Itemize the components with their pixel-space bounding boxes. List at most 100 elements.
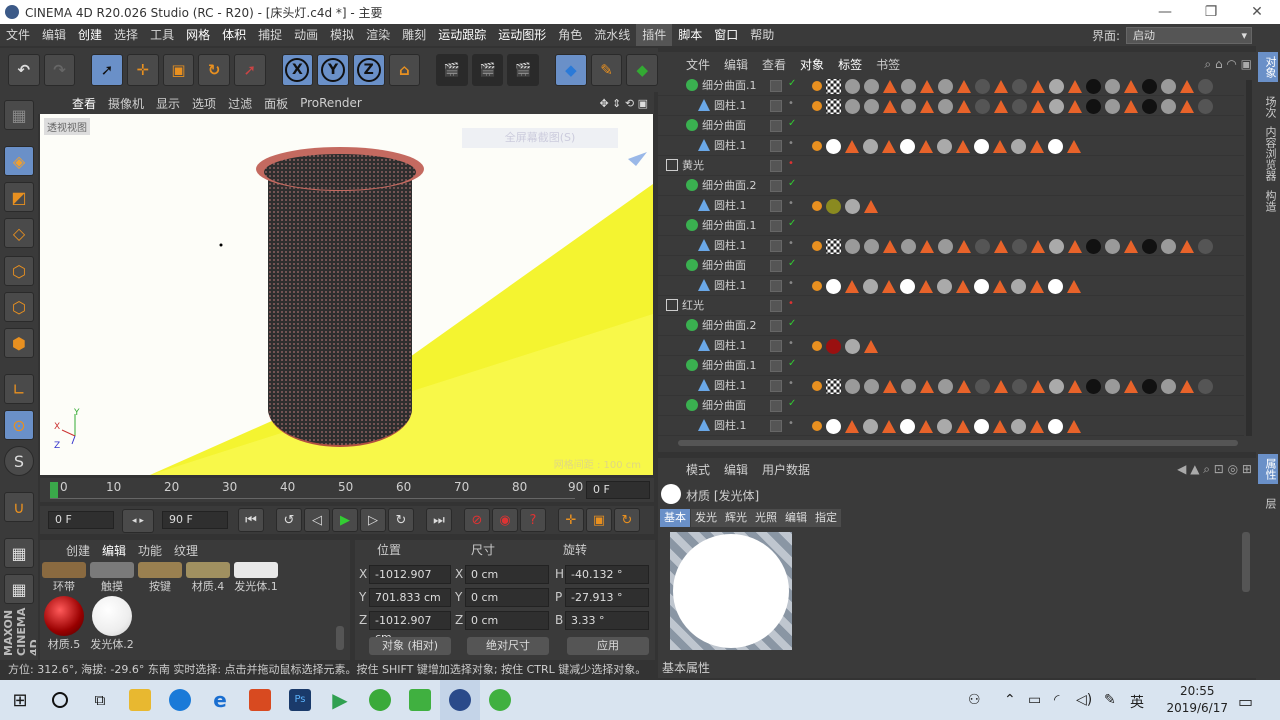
material-tag-icon[interactable] xyxy=(1198,78,1213,94)
menu-pipeline[interactable]: 流水线 xyxy=(588,24,636,46)
viewport-menu-view[interactable]: 查看 xyxy=(66,95,102,112)
workplane-icon[interactable]: ◇ xyxy=(4,218,34,248)
timeline-ruler[interactable]: 0 10 20 30 40 50 60 70 80 90 0 F xyxy=(40,478,654,502)
rotate-tool-icon[interactable]: ↻ xyxy=(198,54,230,86)
rotation-h-field[interactable]: -40.132 ° xyxy=(565,565,649,584)
frame-stepper[interactable]: ◂ ▸ xyxy=(122,509,154,533)
playhead[interactable] xyxy=(50,482,58,498)
material-swatch[interactable]: 按键 xyxy=(138,562,182,594)
layer-color-box[interactable] xyxy=(770,240,782,252)
material-tag-icon[interactable] xyxy=(1012,378,1027,394)
side-tab-takes[interactable]: 场次 xyxy=(1258,92,1278,122)
next-frame-icon[interactable]: ▷ xyxy=(360,508,386,532)
x-axis-lock-button[interactable]: X xyxy=(281,54,314,86)
material-tag-icon[interactable] xyxy=(845,198,860,214)
pen-icon[interactable]: ✎ xyxy=(1104,692,1116,708)
texture-tag-icon[interactable] xyxy=(864,199,878,213)
viewport-menu-prorender[interactable]: ProRender xyxy=(294,96,368,110)
material-tag-icon[interactable] xyxy=(1048,278,1063,294)
network-icon[interactable]: ◜ xyxy=(1054,692,1059,708)
layer-color-box[interactable] xyxy=(770,80,782,92)
object-row[interactable]: 黄光 • xyxy=(658,156,1244,176)
object-row[interactable]: 细分曲面 ✓ xyxy=(658,396,1244,416)
material-swatch[interactable]: 材质.4 xyxy=(186,562,230,594)
battery-icon[interactable]: ▭ xyxy=(1028,692,1041,708)
object-row[interactable]: 圆柱.1 • xyxy=(658,96,1244,116)
material-tag-icon[interactable] xyxy=(812,341,822,351)
close-button[interactable]: ✕ xyxy=(1234,4,1280,20)
material-tag-icon[interactable] xyxy=(812,381,822,391)
locked-workplane-icon[interactable]: ▦ xyxy=(4,574,34,604)
material-tag-icon[interactable] xyxy=(845,378,860,394)
people-icon[interactable]: ⚇ xyxy=(968,692,981,708)
key-rotation-icon[interactable]: ↻ xyxy=(614,508,640,532)
material-tag-icon[interactable] xyxy=(938,98,953,114)
material-tag-icon[interactable] xyxy=(1161,238,1176,254)
object-row[interactable]: 圆柱.1 • xyxy=(658,336,1244,356)
material-tag-icon[interactable] xyxy=(974,138,989,154)
texture-tag-icon[interactable] xyxy=(1180,379,1194,393)
menu-tools[interactable]: 工具 xyxy=(144,24,180,46)
visibility-dot-icon[interactable]: • xyxy=(788,238,794,249)
tray-chevron-icon[interactable]: ⌃ xyxy=(1004,692,1016,708)
material-tag-icon[interactable] xyxy=(938,78,953,94)
texture-tag-icon[interactable] xyxy=(957,79,971,93)
texture-tag-icon[interactable] xyxy=(1068,79,1082,93)
material-tag-icon[interactable] xyxy=(812,81,822,91)
menu-edit[interactable]: 编辑 xyxy=(36,24,72,46)
layer-color-box[interactable] xyxy=(770,220,782,232)
material-tag-icon[interactable] xyxy=(900,138,915,154)
material-tag-icon[interactable] xyxy=(1049,78,1064,94)
texture-tag-icon[interactable] xyxy=(883,379,897,393)
visibility-dot-icon[interactable]: • xyxy=(788,378,794,389)
texture-tag-icon[interactable] xyxy=(1067,279,1081,293)
object-menu-bookmarks[interactable]: 书签 xyxy=(872,56,904,73)
select-tool-icon[interactable]: ➚ xyxy=(91,54,123,86)
texture-tag-icon[interactable] xyxy=(882,419,896,433)
enabled-check-icon[interactable]: ✓ xyxy=(788,118,796,129)
object-row[interactable]: 圆柱.1 • xyxy=(658,376,1244,396)
material-tag-icon[interactable] xyxy=(812,241,822,251)
material-tag-icon[interactable] xyxy=(1198,98,1213,114)
autokey-icon[interactable]: ◉ xyxy=(492,508,518,532)
material-tag-icon[interactable] xyxy=(826,378,841,394)
texture-tag-icon[interactable] xyxy=(994,379,1008,393)
texture-tag-icon[interactable] xyxy=(1031,379,1045,393)
material-tab-texture[interactable]: 纹理 xyxy=(174,542,198,559)
material-tag-icon[interactable] xyxy=(826,278,841,294)
layer-color-box[interactable] xyxy=(770,260,782,272)
material-tag-icon[interactable] xyxy=(975,238,990,254)
texture-tag-icon[interactable] xyxy=(864,339,878,353)
menu-file[interactable]: 文件 xyxy=(0,24,36,46)
texture-tag-icon[interactable] xyxy=(920,379,934,393)
3d-viewport[interactable]: 透视视图 全屏幕截图(S) 网格间距 : 100 cm Y X Z xyxy=(40,114,653,475)
layer-color-box[interactable] xyxy=(770,180,782,192)
texture-tag-icon[interactable] xyxy=(1180,79,1194,93)
model-mode-icon[interactable]: ◈ xyxy=(4,146,34,176)
texture-tag-icon[interactable] xyxy=(994,79,1008,93)
tweak-mode-icon[interactable]: ⊙ xyxy=(4,410,34,440)
menu-mesh[interactable]: 网格 xyxy=(180,24,216,46)
material-tag-icon[interactable] xyxy=(937,418,952,434)
object-menu-view[interactable]: 查看 xyxy=(758,56,790,73)
rotation-p-field[interactable]: -27.913 ° xyxy=(565,588,649,607)
file-explorer-icon[interactable] xyxy=(120,680,160,720)
ime-indicator[interactable]: 英 xyxy=(1130,692,1144,712)
layer-color-box[interactable] xyxy=(770,360,782,372)
menu-plugins[interactable]: 插件 xyxy=(636,24,673,46)
layer-color-box[interactable] xyxy=(770,200,782,212)
position-z-field[interactable]: -1012.907 cm xyxy=(369,611,451,644)
viewport-menu-cameras[interactable]: 摄像机 xyxy=(102,95,150,112)
layer-color-box[interactable] xyxy=(770,320,782,332)
texture-tag-icon[interactable] xyxy=(1124,79,1138,93)
material-tag-icon[interactable] xyxy=(1086,378,1101,394)
material-tag-icon[interactable] xyxy=(900,418,915,434)
side-tab-layers[interactable]: 层 xyxy=(1258,494,1278,513)
visibility-dot-icon[interactable]: • xyxy=(788,298,794,309)
texture-tag-icon[interactable] xyxy=(1030,419,1044,433)
texture-tag-icon[interactable] xyxy=(993,279,1007,293)
wechat-icon[interactable] xyxy=(360,680,400,720)
enabled-check-icon[interactable]: ✓ xyxy=(788,218,796,229)
visibility-dot-icon[interactable]: • xyxy=(788,338,794,349)
iqiyi-icon[interactable] xyxy=(400,680,440,720)
